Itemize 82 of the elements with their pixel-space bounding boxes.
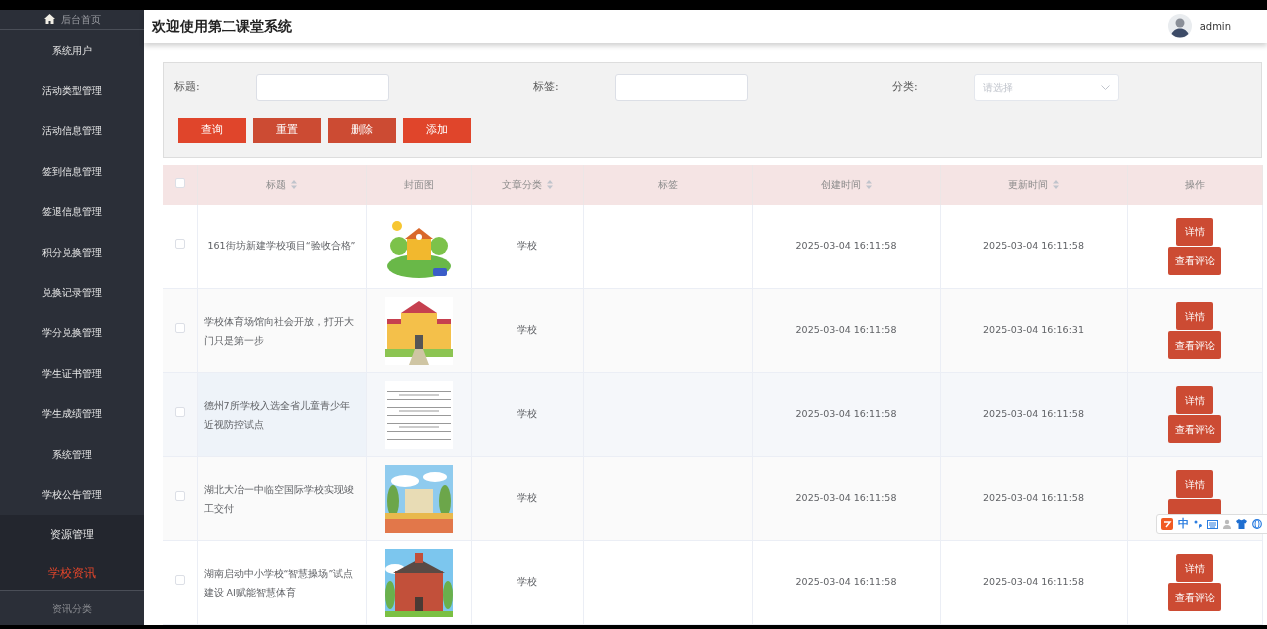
username[interactable]: admin [1199, 18, 1231, 34]
title-text: 湖北大冶一中临空国际学校实现竣工交付 [203, 483, 354, 514]
field-label: 分类: [892, 78, 919, 95]
column-header[interactable]: 更新时间 [1008, 179, 1048, 190]
sort-icon[interactable] [865, 180, 872, 189]
globe-icon[interactable] [1252, 519, 1262, 529]
category-text: 学校 [517, 408, 537, 420]
details-button[interactable]: 详情 [1176, 217, 1213, 246]
field-label: 标签: [533, 78, 560, 95]
updated-time: 2025-03-04 16:11:58 [983, 492, 1084, 504]
input-field[interactable] [615, 73, 748, 101]
ime-toolbar[interactable]: 中 [1156, 514, 1267, 534]
comments-button[interactable]: 查看评论 [1168, 246, 1221, 275]
created-time: 2025-03-04 16:11:58 [795, 576, 897, 588]
row-checkbox[interactable] [174, 239, 185, 250]
shirt-icon[interactable] [1236, 519, 1247, 529]
sidebar-item[interactable]: 积分兑换管理 [0, 231, 144, 273]
chevron-down-icon [1101, 84, 1110, 90]
title-text: 德州7所学校入选全省儿童青少年近视防控试点 [203, 399, 350, 430]
sidebar-item[interactable]: 签退信息管理 [0, 191, 144, 232]
action-button[interactable]: 添加 [403, 117, 471, 143]
page-title: 欢迎使用第二课堂系统 [152, 16, 292, 36]
category-text: 学校 [517, 576, 537, 588]
sidebar-item[interactable]: 资源管理 [0, 514, 144, 555]
avatar-icon[interactable] [1167, 14, 1192, 39]
sidebar-item[interactable]: 兑换记录管理 [0, 272, 144, 313]
field-label: 标题: [174, 78, 201, 95]
column-header[interactable]: 标题 [266, 179, 286, 190]
comments-button[interactable]: 查看评论 [1168, 331, 1221, 359]
sidebar-item[interactable]: 学校公告管理 [0, 474, 144, 515]
updated-time: 2025-03-04 16:11:58 [983, 408, 1084, 420]
submenu-item[interactable]: 学校资讯 [0, 555, 144, 590]
row-checkbox[interactable] [174, 407, 185, 418]
details-button[interactable]: 详情 [1176, 554, 1213, 582]
created-time: 2025-03-04 16:11:58 [795, 492, 897, 504]
details-button[interactable]: 详情 [1176, 386, 1213, 414]
title-text: 学校体育场馆向社会开放，打开大门只是第一步 [203, 315, 354, 346]
action-button[interactable]: 重置 [253, 117, 321, 143]
category-text: 学校 [517, 240, 537, 252]
row-checkbox[interactable] [174, 575, 185, 586]
column-header[interactable]: 创建时间 [820, 179, 861, 190]
sort-icon[interactable] [1053, 180, 1059, 189]
category-text: 学校 [517, 492, 537, 504]
sidebar-item[interactable]: 学分兑换管理 [0, 312, 144, 354]
action-button[interactable]: 删除 [328, 117, 396, 143]
comments-button[interactable]: 查看评论 [1168, 415, 1221, 443]
column-header: 封面图 [403, 179, 434, 190]
comments-button[interactable]: 查看评论 [1168, 583, 1221, 611]
updated-time: 2025-03-04 16:16:31 [983, 324, 1084, 336]
created-time: 2025-03-04 16:11:58 [795, 240, 897, 252]
title-text: 湖南启动中小学校“智慧操场”试点建设 AI赋能智慧体育 [203, 567, 354, 598]
created-time: 2025-03-04 16:11:58 [795, 408, 897, 420]
punctuation-icon[interactable] [1194, 519, 1202, 529]
select-all-checkbox[interactable] [174, 178, 185, 188]
sidebar-item[interactable]: 系统用户 [0, 29, 144, 71]
ime-logo-icon [1161, 518, 1173, 530]
sidebar-item[interactable]: 活动信息管理 [0, 110, 144, 152]
keyboard-icon[interactable] [1207, 519, 1218, 529]
column-header: 标签 [657, 179, 678, 190]
input-field[interactable] [256, 73, 389, 101]
sort-icon[interactable] [291, 180, 297, 189]
sidebar-item[interactable]: 学生证书管理 [0, 353, 144, 394]
sidebar-item[interactable]: 签到信息管理 [0, 151, 144, 192]
details-button[interactable]: 详情 [1176, 470, 1213, 498]
sort-icon[interactable] [546, 180, 553, 189]
action-button[interactable]: 查询 [178, 117, 246, 143]
home-link[interactable]: 后台首页 [0, 10, 144, 30]
sidebar-item[interactable]: 系统管理 [0, 433, 144, 475]
created-time: 2025-03-04 16:11:58 [795, 324, 897, 336]
user-icon[interactable] [1223, 519, 1231, 529]
category-text: 学校 [517, 324, 537, 336]
sidebar-item[interactable]: 学生成绩管理 [0, 393, 144, 434]
row-checkbox[interactable] [174, 491, 185, 502]
row-checkbox[interactable] [174, 323, 185, 334]
updated-time: 2025-03-04 16:11:58 [983, 240, 1084, 252]
details-button[interactable]: 详情 [1176, 302, 1213, 330]
sidebar-item[interactable]: 活动类型管理 [0, 70, 144, 111]
column-header[interactable]: 文章分类 [501, 179, 542, 190]
updated-time: 2025-03-04 16:11:58 [983, 576, 1084, 588]
home-icon [43, 14, 55, 25]
column-header: 操作 [1184, 179, 1205, 190]
title-text: 161街坊新建学校项目“验收合格” [207, 240, 356, 252]
